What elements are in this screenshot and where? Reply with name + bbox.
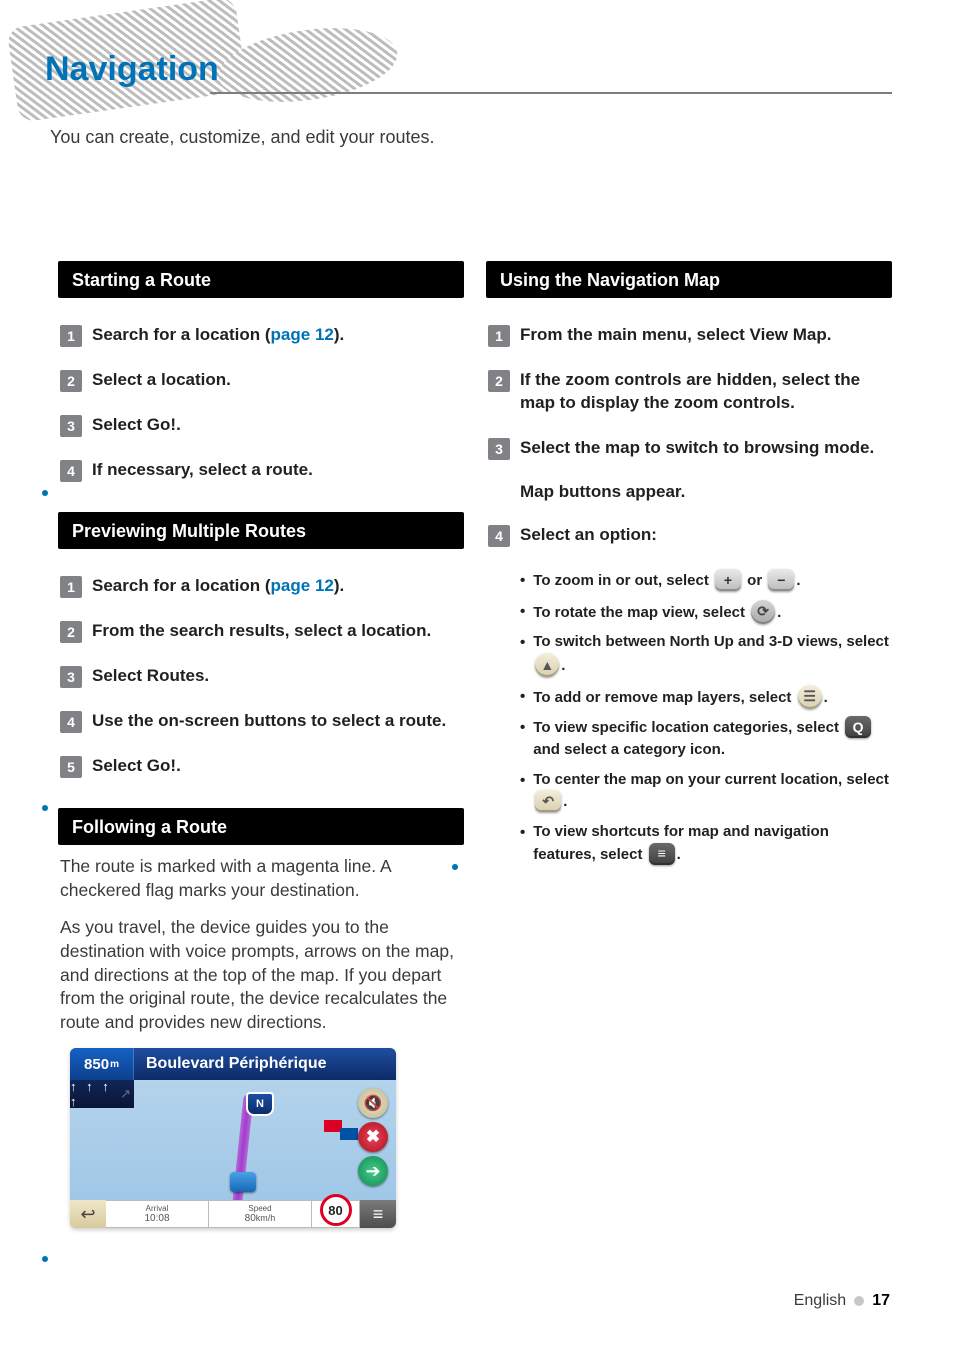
step-text: If the zoom controls are hidden, select … — [520, 369, 890, 415]
step-text: Search for a location (page 12). — [92, 575, 344, 598]
step-number: 2 — [60, 370, 82, 392]
step-number: 1 — [60, 576, 82, 598]
step-number: 3 — [488, 438, 510, 460]
paragraph: As you travel, the device guides you to … — [60, 916, 462, 1034]
layers-icon: ☰ — [798, 685, 822, 709]
mute-icon: 🔇 — [358, 1088, 388, 1118]
search-icon: Q — [845, 716, 871, 738]
page-link[interactable]: page 12 — [271, 325, 334, 344]
heading-using-nav-map: Using the Navigation Map — [486, 261, 892, 298]
shot-distance: 850m — [70, 1048, 134, 1080]
step-text: Select the map to switch to browsing mod… — [520, 437, 874, 460]
step-number: 5 — [60, 756, 82, 778]
step-text: Use the on-screen buttons to select a ro… — [92, 710, 446, 733]
section-dot — [42, 805, 48, 811]
step-text: Select an option: — [520, 524, 657, 547]
shot-lane-arrows: ↑ ↑ ↑ ↑ ↗ — [70, 1080, 134, 1108]
heading-starting-route: Starting a Route — [58, 261, 464, 298]
step-text: Select a location. — [92, 369, 231, 392]
arrival-cell: Arrival 10:08 — [106, 1200, 209, 1228]
header-hatch-2 — [214, 18, 402, 112]
step-text: Select Routes. — [92, 665, 209, 688]
option-text: To rotate the map view, select ⟳. — [533, 600, 781, 624]
header-rule — [210, 92, 892, 94]
compass-icon: ▲ — [535, 653, 559, 677]
section-dot — [42, 490, 48, 496]
speed-limit: 80 — [312, 1200, 360, 1228]
footer-language: English — [794, 1292, 846, 1310]
speed-cell: Speed 80km/h — [209, 1200, 312, 1228]
minus-icon: − — [768, 569, 794, 591]
plus-icon: + — [715, 569, 741, 591]
option-text: To view specific location categories, se… — [533, 716, 890, 760]
option-text: To add or remove map layers, select ☰. — [533, 685, 828, 709]
step-text: Select Go!. — [92, 755, 181, 778]
stop-icon: ✖ — [358, 1122, 388, 1152]
footer-dot-icon — [854, 1296, 864, 1306]
recenter-icon: ↶ — [535, 790, 561, 812]
road-shield: N — [246, 1092, 274, 1116]
step-number: 4 — [60, 460, 82, 482]
step-text: If necessary, select a route. — [92, 459, 313, 482]
heading-following-route: Following a Route — [58, 808, 464, 845]
step-text: Select Go!. — [92, 414, 181, 437]
nav-screenshot: 850m Boulevard Périphérique ↑ ↑ ↑ ↑ ↗ N … — [70, 1048, 396, 1228]
menu-icon: ≡ — [360, 1200, 396, 1228]
right-column: Using the Navigation Map 1 From the main… — [486, 261, 892, 1228]
back-icon: ↩ — [70, 1200, 106, 1228]
option-text: To zoom in or out, select + or −. — [533, 569, 800, 592]
step-text: From the search results, select a locati… — [92, 620, 431, 643]
option-text: To view shortcuts for map and navigation… — [533, 821, 890, 865]
step-number: 3 — [60, 415, 82, 437]
page-footer: English 17 — [794, 1292, 890, 1310]
option-text: To switch between North Up and 3-D views… — [533, 631, 890, 676]
option-text: To center the map on your current locati… — [533, 769, 890, 813]
left-column: Starting a Route 1 Search for a location… — [58, 261, 464, 1228]
intro-text: You can create, customize, and edit your… — [50, 127, 435, 148]
step-number: 3 — [60, 666, 82, 688]
page-title: Navigation — [45, 50, 219, 89]
page-link[interactable]: page 12 — [271, 576, 334, 595]
paragraph: The route is marked with a magenta line.… — [60, 855, 462, 902]
step-number: 2 — [60, 621, 82, 643]
shot-road-name: Boulevard Périphérique — [146, 1055, 327, 1073]
step-number: 1 — [488, 325, 510, 347]
step-note: Map buttons appear. — [520, 482, 890, 502]
heading-preview-routes: Previewing Multiple Routes — [58, 512, 464, 549]
menu-icon: ≡ — [649, 843, 675, 865]
rotate-icon: ⟳ — [751, 600, 775, 624]
option-list: • To zoom in or out, select + or −. • To… — [520, 569, 890, 865]
step-number: 4 — [488, 525, 510, 547]
step-text: Search for a location (page 12). — [92, 324, 344, 347]
step-number: 2 — [488, 370, 510, 392]
step-number: 1 — [60, 325, 82, 347]
vehicle-icon — [230, 1172, 256, 1192]
go-icon: ➔ — [358, 1156, 388, 1186]
poi-flags — [324, 1120, 358, 1140]
step-number: 4 — [60, 711, 82, 733]
step-text: From the main menu, select View Map. — [520, 324, 831, 347]
section-dot — [42, 1256, 48, 1262]
footer-page-number: 17 — [872, 1292, 890, 1310]
